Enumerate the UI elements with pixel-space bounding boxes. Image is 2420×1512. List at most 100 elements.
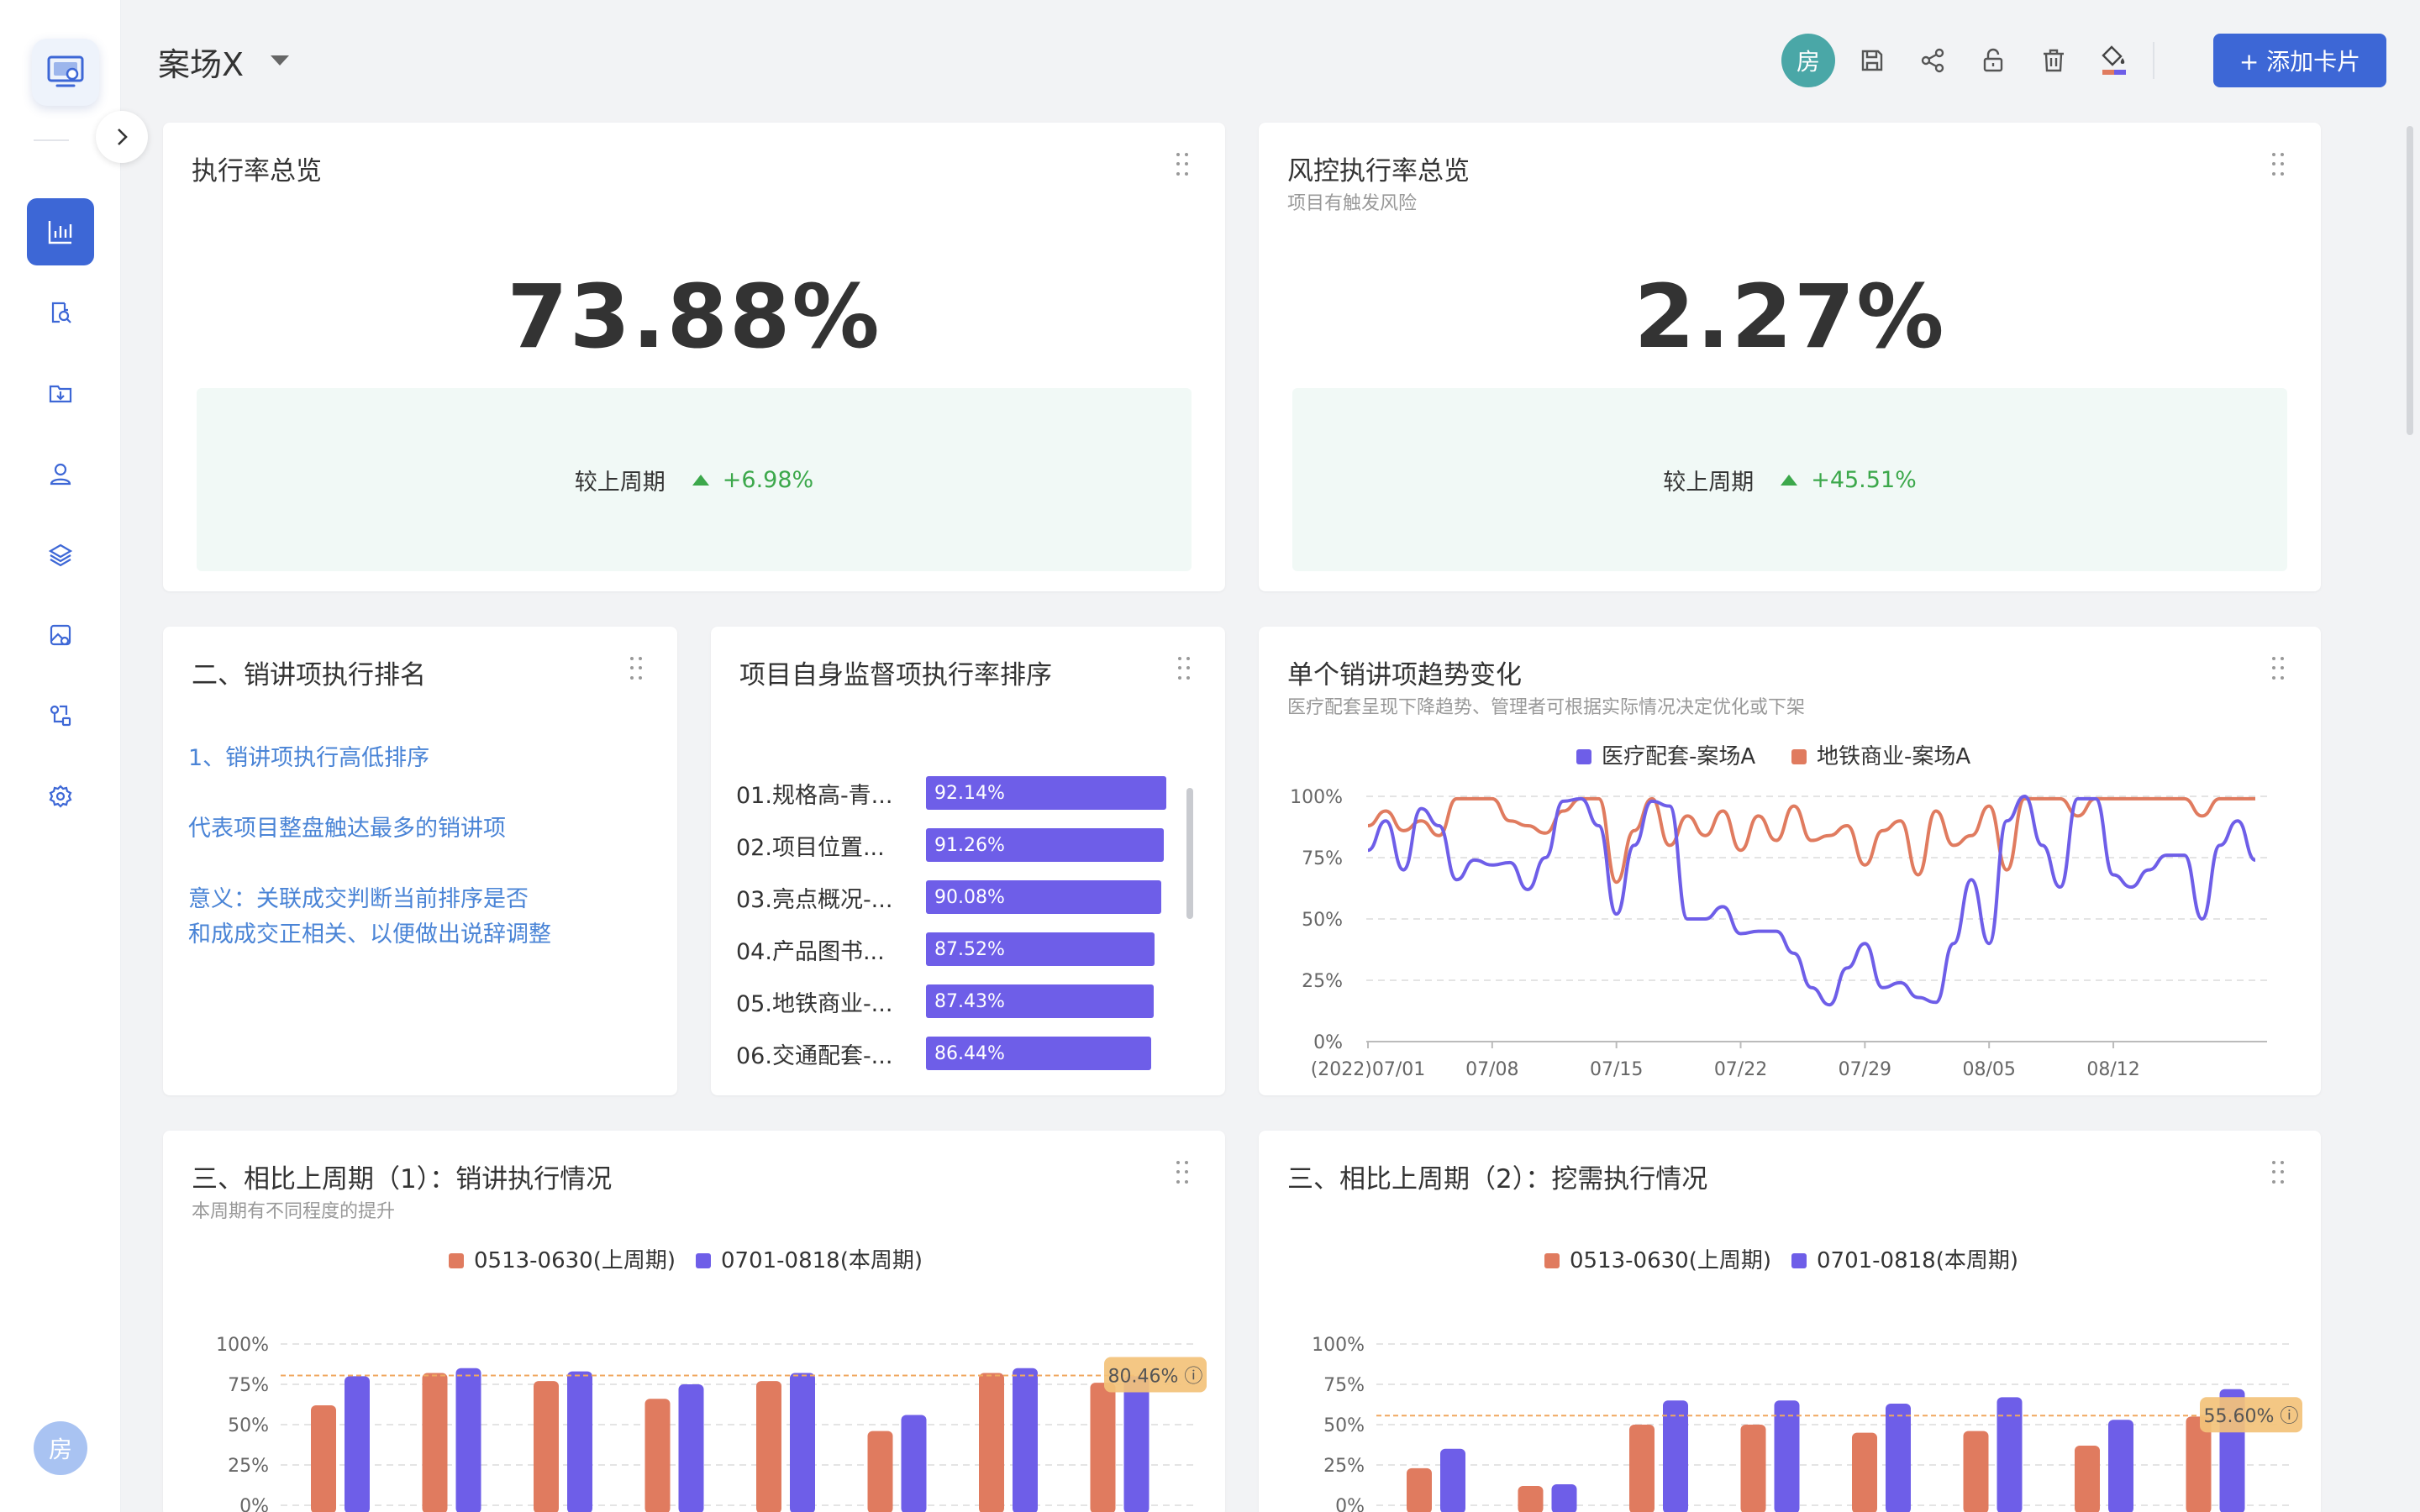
bar	[1518, 1485, 1544, 1512]
sidebar-item-flow[interactable]	[27, 682, 94, 749]
bar	[534, 1381, 559, 1512]
bar	[1123, 1376, 1150, 1512]
title-dropdown-icon[interactable]	[271, 55, 289, 66]
y-tick-label: 75%	[1323, 1375, 1365, 1396]
card-subtitle: 项目有触发风险	[1287, 193, 1418, 214]
series-line	[1367, 796, 2255, 885]
ranking-note-4: 和成成交正相关、以便做出说辞调整	[188, 921, 551, 948]
ranking-label: 04.产品图书...	[736, 938, 885, 965]
series-line	[1367, 794, 2256, 1007]
bar	[1740, 1425, 1766, 1512]
x-tick-label: 08/12	[2086, 1059, 2139, 1080]
ranking-row: 06.交通配套-... 86.44%	[736, 1037, 1152, 1070]
trend-line-chart: 医疗配套-案场A 地铁商业-案场A 100% 75% 50% 25% 0% (2022)07/…	[1290, 744, 2267, 1080]
x-tick-label: (2022)07/01	[1311, 1059, 1426, 1080]
ranking-row: 02.项目位置... 91.26%	[736, 828, 1165, 862]
card-title: 风控执行率总览	[1287, 156, 1470, 186]
sidebar: 房	[0, 0, 121, 1512]
x-tick-label: 07/29	[1839, 1059, 1891, 1080]
ranking-row: 01.规格高-青... 92.14%	[736, 776, 1166, 810]
sidebar-item-settings[interactable]	[27, 763, 94, 830]
share-button[interactable]	[1912, 40, 1953, 81]
y-tick-label: 0%	[239, 1496, 269, 1512]
bar	[422, 1373, 448, 1512]
ranking-bar: 87.52%	[926, 932, 1155, 966]
add-card-button[interactable]: + 添加卡片	[2213, 34, 2386, 87]
self-ranking-card: 项目自身监督项执行率排序 01.规格高-青... 92.14% 02.项目位置...…	[711, 627, 1225, 1095]
risk-rate-value: 2.27%	[1634, 265, 1946, 368]
bar	[867, 1431, 893, 1512]
ranking-bar: 90.08%	[926, 880, 1161, 914]
bar	[979, 1373, 1004, 1512]
ranking-label: 05.地铁商业-...	[736, 990, 893, 1017]
bar	[644, 1399, 671, 1512]
user-avatar[interactable]: 房	[34, 1421, 87, 1475]
header-avatar[interactable]: 房	[1781, 34, 1835, 87]
sidebar-item-dashboard[interactable]	[27, 198, 94, 265]
legend-label: 0701-0818(本周期)	[721, 1248, 923, 1273]
compare-delta: +45.51%	[1811, 466, 1917, 493]
legend-label: 地铁商业-案场A	[1817, 744, 1970, 769]
legend-swatch	[696, 1253, 711, 1268]
exec-rate-value: 73.88%	[507, 265, 881, 368]
save-button[interactable]	[1852, 40, 1892, 81]
bar	[2075, 1445, 2100, 1512]
page-scrollbar[interactable]	[2407, 126, 2413, 435]
bar	[455, 1368, 481, 1512]
y-tick-label: 100%	[1312, 1335, 1365, 1356]
y-tick-label: 0%	[1335, 1496, 1365, 1512]
drag-handle-icon[interactable]	[1176, 153, 1193, 178]
compare-label: 较上周期	[1663, 469, 1754, 496]
ranking-note-2: 代表项目整盘触达最多的销讲项	[188, 816, 506, 842]
risk-overview-card: 风控执行率总览 项目有触发风险 2.27% 较上周期 +45.51%	[1259, 123, 2321, 591]
bar	[901, 1415, 927, 1512]
bar	[567, 1371, 592, 1512]
y-tick-label: 0%	[1313, 1032, 1343, 1053]
legend-label: 0513-0630(上周期)	[474, 1248, 676, 1273]
card-title: 项目自身监督项执行率排序	[739, 660, 1052, 690]
ranking-label: 03.亮点概况-...	[736, 886, 893, 913]
bar	[345, 1376, 370, 1512]
bar	[678, 1384, 704, 1512]
flow-icon	[50, 705, 71, 727]
image-icon	[50, 624, 71, 646]
y-tick-label: 50%	[1302, 910, 1343, 931]
legend-swatch	[1544, 1253, 1560, 1268]
ranking-scrollbar[interactable]	[1186, 788, 1193, 919]
sidebar-collapse-button[interactable]	[96, 111, 148, 163]
app-logo[interactable]	[32, 39, 99, 106]
ranking-row: 04.产品图书... 87.52%	[736, 932, 1155, 966]
bar	[1440, 1448, 1465, 1512]
sidebar-item-gallery[interactable]	[27, 601, 94, 669]
delete-button[interactable]	[2033, 40, 2074, 81]
save-icon	[1861, 50, 1883, 71]
card-title: 二、销讲项执行排名	[192, 660, 426, 690]
x-tick-label: 07/15	[1590, 1059, 1643, 1080]
bar	[1629, 1425, 1655, 1512]
unlock-button[interactable]	[1973, 40, 2013, 81]
y-tick-label: 25%	[228, 1456, 269, 1477]
sidebar-item-reports[interactable]	[27, 279, 94, 346]
share-icon	[1921, 48, 1944, 73]
monitor-icon	[47, 55, 84, 87]
bar	[756, 1381, 781, 1512]
ranking-label: 01.规格高-青...	[736, 782, 893, 809]
sidebar-item-files[interactable]	[27, 360, 94, 427]
y-tick-label: 25%	[1302, 971, 1343, 992]
ranking-bar: 86.44%	[926, 1037, 1152, 1070]
drag-handle-icon[interactable]	[630, 657, 647, 682]
ranking-bar: 87.43%	[926, 984, 1155, 1018]
y-tick-label: 75%	[1302, 848, 1343, 869]
chevron-right-icon	[118, 129, 128, 145]
trash-icon	[2044, 49, 2064, 72]
sidebar-item-layers[interactable]	[27, 521, 94, 588]
theme-button[interactable]	[2094, 40, 2134, 81]
layers-icon	[48, 543, 73, 567]
legend-swatch	[1791, 749, 1807, 764]
compare2-bar-chart: 0513-0630(上周期) 0701-0818(本周期) 100% 75% 50% 25…	[1312, 1248, 2302, 1512]
gear-icon	[49, 785, 72, 808]
drag-handle-icon[interactable]	[2272, 153, 2289, 178]
sidebar-item-users[interactable]	[27, 440, 94, 507]
drag-handle-icon[interactable]	[1178, 657, 1195, 682]
y-tick-label: 50%	[228, 1415, 269, 1436]
